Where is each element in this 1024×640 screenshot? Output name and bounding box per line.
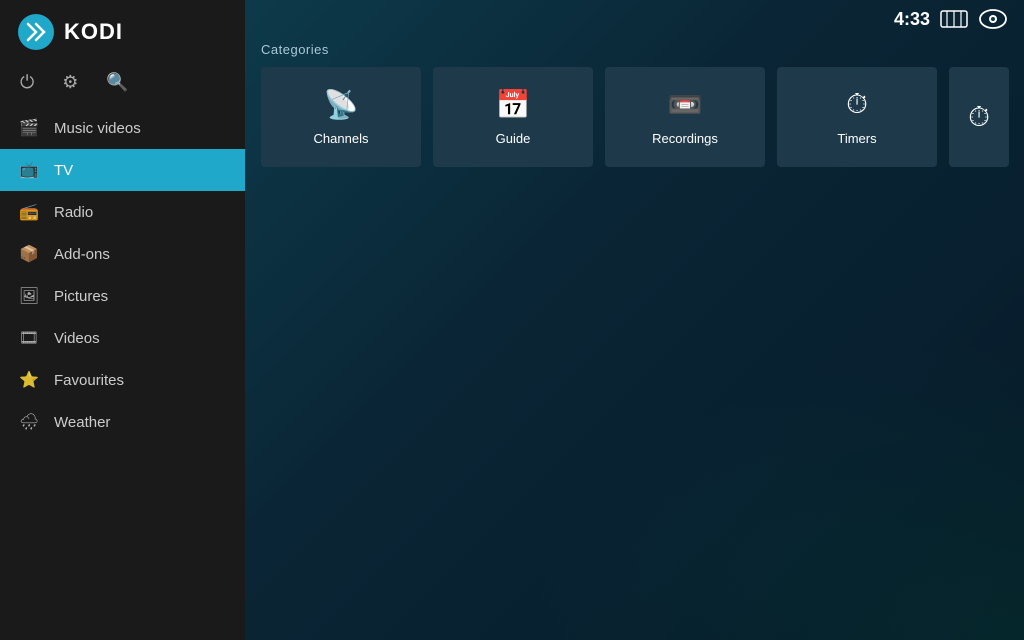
sidebar-item-favourites[interactable]: ⭐ Favourites bbox=[0, 359, 245, 401]
timers-card-icon: ⏱ bbox=[846, 88, 868, 121]
timers-card-label: Timers bbox=[837, 131, 876, 146]
sidebar-item-label-tv: TV bbox=[54, 162, 73, 179]
logo-area: KODI bbox=[0, 0, 245, 64]
sidebar-item-radio[interactable]: 📻 Radio bbox=[0, 191, 245, 233]
nav-list: 🎬 Music videos 📺 TV 📻 Radio 📦 Add-ons 🖼 Pictures 🎞… bbox=[0, 107, 245, 640]
add-ons-icon: 📦 bbox=[18, 244, 40, 264]
header-bar: 4:33 bbox=[245, 0, 1024, 38]
sidebar-item-pictures[interactable]: 🖼 Pictures bbox=[0, 275, 245, 317]
category-card-channels[interactable]: 📡 Channels bbox=[261, 67, 421, 167]
main-content: 4:33 Categories 📡 Channels 📅 Guide 📼 Recordin… bbox=[245, 0, 1024, 640]
sidebar-item-music-videos[interactable]: 🎬 Music videos bbox=[0, 107, 245, 149]
videos-icon: 🎞 bbox=[18, 328, 40, 348]
recordings-card-label: Recordings bbox=[652, 131, 718, 146]
settings-icon[interactable]: ⚙ bbox=[62, 72, 78, 93]
power-icon[interactable]: ⏻ bbox=[20, 72, 34, 93]
clock-display: 4:33 bbox=[894, 9, 930, 30]
music-videos-icon: 🎬 bbox=[18, 118, 40, 138]
radio-icon: 📻 bbox=[18, 202, 40, 222]
sidebar-item-label-weather: Weather bbox=[54, 414, 110, 431]
sidebar-item-label-radio: Radio bbox=[54, 204, 93, 221]
category-card-timers[interactable]: ⏱ Timers bbox=[777, 67, 937, 167]
sidebar-item-tv[interactable]: 📺 TV bbox=[0, 149, 245, 191]
recordings-card-icon: 📼 bbox=[668, 88, 703, 121]
categories-label: Categories bbox=[245, 38, 1024, 67]
pictures-icon: 🖼 bbox=[18, 286, 40, 306]
weather-icon: 🌧 bbox=[18, 412, 40, 432]
sidebar-item-label-favourites: Favourites bbox=[54, 372, 124, 389]
search-icon[interactable]: 🔍 bbox=[106, 72, 128, 93]
guide-card-label: Guide bbox=[496, 131, 531, 146]
sidebar-item-label-videos: Videos bbox=[54, 330, 100, 347]
category-card-timers2[interactable]: ⏱ bbox=[949, 67, 1009, 167]
category-card-recordings[interactable]: 📼 Recordings bbox=[605, 67, 765, 167]
favourites-icon: ⭐ bbox=[18, 370, 40, 390]
guide-card-icon: 📅 bbox=[496, 88, 531, 121]
channels-card-icon: 📡 bbox=[324, 88, 359, 121]
toolbar: ⏻ ⚙ 🔍 bbox=[0, 64, 245, 107]
sidebar-item-label-pictures: Pictures bbox=[54, 288, 108, 305]
sidebar-item-add-ons[interactable]: 📦 Add-ons bbox=[0, 233, 245, 275]
sidebar-item-videos[interactable]: 🎞 Videos bbox=[0, 317, 245, 359]
mtm-icon bbox=[940, 8, 968, 30]
timers2-card-icon: ⏱ bbox=[968, 101, 990, 134]
sidebar-item-label-music-videos: Music videos bbox=[54, 120, 141, 137]
category-card-guide[interactable]: 📅 Guide bbox=[433, 67, 593, 167]
channels-card-label: Channels bbox=[314, 131, 369, 146]
sidebar: KODI ⏻ ⚙ 🔍 🎬 Music videos 📺 TV 📻 Radio 📦 Add-on… bbox=[0, 0, 245, 640]
visibility-icon bbox=[978, 8, 1008, 30]
sidebar-item-weather[interactable]: 🌧 Weather bbox=[0, 401, 245, 443]
tv-icon: 📺 bbox=[18, 160, 40, 180]
categories-row: 📡 Channels 📅 Guide 📼 Recordings ⏱ Timers ⏱ bbox=[245, 67, 1024, 167]
kodi-logo-icon bbox=[18, 14, 54, 50]
sidebar-item-label-add-ons: Add-ons bbox=[54, 246, 110, 263]
app-title: KODI bbox=[64, 19, 123, 45]
clock-area: 4:33 bbox=[894, 8, 1008, 30]
